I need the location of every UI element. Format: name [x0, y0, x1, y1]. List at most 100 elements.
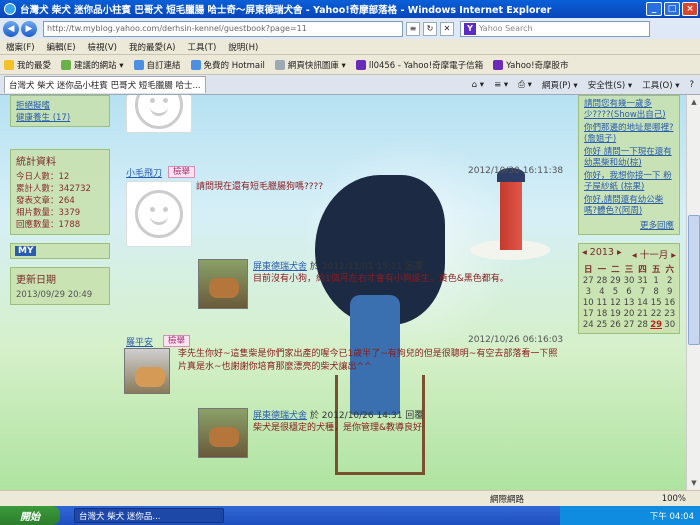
- back-icon[interactable]: ◀: [3, 20, 19, 37]
- taskbar-item-ie[interactable]: 台灣犬 柴犬 迷你品...: [74, 508, 224, 523]
- calendar-day[interactable]: 14: [636, 298, 649, 308]
- menu-edit[interactable]: 編輯(E): [47, 41, 76, 53]
- calendar-day[interactable]: 24: [582, 320, 595, 330]
- calendar-weekday: 六: [665, 265, 674, 275]
- calendar-month[interactable]: ◂ 十一月 ▸: [632, 247, 676, 261]
- calendar-day[interactable]: 4: [596, 287, 609, 297]
- calendar-day[interactable]: 19: [609, 309, 622, 319]
- calendar-day[interactable]: 11: [596, 298, 609, 308]
- calendar-day[interactable]: 15: [650, 298, 663, 308]
- calendar-day[interactable]: 22: [650, 309, 663, 319]
- fav-item-suggested[interactable]: 建議的網站 ▾: [61, 59, 124, 71]
- forward-icon[interactable]: ▶: [21, 20, 37, 37]
- recent-reply-link[interactable]: 你們那邊的地址是哪裡?(詹姐子): [584, 123, 674, 145]
- kennel-avatar: [198, 408, 248, 458]
- fav-item-custom-links[interactable]: 自訂連結: [133, 59, 181, 71]
- calendar-year[interactable]: ◂ 2013 ▸: [582, 247, 622, 261]
- calendar-day[interactable]: 2: [663, 276, 676, 286]
- menu-help[interactable]: 說明(H): [228, 41, 258, 53]
- menu-view[interactable]: 檢視(V): [88, 41, 117, 53]
- scroll-down-icon[interactable]: ▼: [688, 477, 700, 489]
- calendar-day[interactable]: 18: [596, 309, 609, 319]
- calendar-day[interactable]: 20: [623, 309, 636, 319]
- close-button[interactable]: ×: [682, 2, 698, 16]
- calendar-day[interactable]: 30: [663, 320, 676, 330]
- safety-menu[interactable]: 安全性(S) ▾: [588, 79, 633, 91]
- menu-file[interactable]: 檔案(F): [6, 41, 35, 53]
- page-menu[interactable]: 網頁(P) ▾: [542, 79, 578, 91]
- calendar-day[interactable]: 21: [636, 309, 649, 319]
- fav-item-yahoo-stock[interactable]: Yahoo!奇摩股市: [493, 59, 569, 71]
- stop-icon[interactable]: ✕: [440, 21, 454, 36]
- fav-item-yahoo-mail[interactable]: ll0456 - Yahoo!奇摩電子信箱: [355, 59, 483, 71]
- refresh-icon[interactable]: ↻: [423, 21, 437, 36]
- minimize-button[interactable]: _: [646, 2, 662, 16]
- calendar-day[interactable]: 8: [650, 287, 663, 297]
- calendar-day[interactable]: 28: [596, 276, 609, 286]
- search-input[interactable]: Y Yahoo Search: [460, 20, 650, 37]
- calendar-day[interactable]: 27: [582, 276, 595, 286]
- poster-nickname[interactable]: 小毛飛刀: [126, 166, 162, 179]
- address-input[interactable]: http://tw.myblog.yahoo.com/derhsin-kenne…: [43, 20, 403, 37]
- calendar-day[interactable]: 29: [650, 320, 663, 330]
- calendar-weekday: 二: [611, 265, 620, 275]
- calendar-day[interactable]: 30: [623, 276, 636, 286]
- calendar-day[interactable]: 26: [609, 320, 622, 330]
- reply-time: 於 2012/11/01 15:11 回覆: [309, 262, 424, 272]
- fav-item-webslice[interactable]: 網頁快訊圖庫 ▾: [274, 59, 346, 71]
- calendar-day[interactable]: 23: [663, 309, 676, 319]
- help-icon[interactable]: ?: [689, 80, 694, 90]
- calendar-day[interactable]: 9: [663, 287, 676, 297]
- feeds-icon[interactable]: ≡ ▾: [494, 80, 508, 90]
- mail-icon: [355, 59, 366, 70]
- calendar-day[interactable]: 3: [582, 287, 595, 297]
- reply-author-link[interactable]: 屏東德瑞犬舍: [253, 262, 307, 272]
- calendar-day[interactable]: 10: [582, 298, 595, 308]
- category-link[interactable]: 拒絕擬嗜: [16, 101, 50, 111]
- stats-heading: 統計資料: [16, 157, 56, 168]
- fav-label: 免費的 Hotmail: [203, 60, 265, 71]
- calendar-day[interactable]: 27: [623, 320, 636, 330]
- calendar-day[interactable]: 1: [650, 276, 663, 286]
- calendar-day[interactable]: 25: [596, 320, 609, 330]
- calendar-weekday: 五: [651, 265, 661, 275]
- print-icon[interactable]: ⎙ ▾: [518, 80, 532, 90]
- command-bar: ⌂ ▾ ≡ ▾ ⎙ ▾ 網頁(P) ▾ 安全性(S) ▾ 工具(O) ▾ ?: [462, 79, 700, 91]
- security-zone: 網際網路: [490, 494, 525, 505]
- recent-reply-link[interactable]: 你好,請問還有幼公柴嗎?體色?(阿周): [584, 195, 674, 217]
- fav-item-hotmail[interactable]: 免費的 Hotmail: [190, 59, 265, 71]
- calendar-day[interactable]: 31: [636, 276, 649, 286]
- scroll-up-icon[interactable]: ▲: [688, 96, 700, 108]
- zoom-level[interactable]: 100%: [662, 494, 686, 504]
- recent-reply-link[interactable]: 你好，我想你接一下 粉子屋紗紙 (棕果): [584, 171, 674, 193]
- menu-favorites[interactable]: 我的最愛(A): [129, 41, 175, 53]
- poster-nickname[interactable]: 羅平安: [126, 335, 153, 348]
- rss-icon[interactable]: ≡: [406, 21, 420, 36]
- report-button[interactable]: 檢舉: [168, 166, 196, 178]
- calendar-day[interactable]: 29: [609, 276, 622, 286]
- calendar-day[interactable]: 28: [636, 320, 649, 330]
- calendar-day[interactable]: 17: [582, 309, 595, 319]
- calendar-day[interactable]: 12: [609, 298, 622, 308]
- calendar-day[interactable]: 6: [623, 287, 636, 297]
- vertical-scrollbar[interactable]: ▲ ▼: [686, 95, 700, 490]
- maximize-button[interactable]: □: [664, 2, 680, 16]
- more-replies-link[interactable]: 更多回應: [584, 219, 674, 231]
- recent-reply-link[interactable]: 請問您有幾一歲多少????(Show出自己): [584, 99, 674, 121]
- report-button[interactable]: 檢舉: [163, 335, 191, 347]
- tools-menu[interactable]: 工具(O) ▾: [642, 79, 679, 91]
- reply-author-link[interactable]: 屏東德瑞犬舍: [253, 411, 307, 421]
- start-button[interactable]: 開始: [0, 506, 60, 525]
- favorites-button[interactable]: 我的最愛: [4, 59, 51, 71]
- tab-blog[interactable]: 台灣犬 柴犬 迷你品小柱賓 巴哥犬 短毛臘腸 哈士...: [4, 76, 206, 93]
- category-link[interactable]: 健康養生 (17): [16, 113, 70, 123]
- calendar-day[interactable]: 7: [636, 287, 649, 297]
- scroll-thumb[interactable]: [688, 215, 700, 345]
- my-yahoo-badge[interactable]: MY: [10, 243, 110, 259]
- calendar-day[interactable]: 13: [623, 298, 636, 308]
- recent-reply-link[interactable]: 你好 請問一下現在還有幼黑柴和幼(棕): [584, 147, 674, 169]
- menu-tools[interactable]: 工具(T): [187, 41, 216, 53]
- calendar-day[interactable]: 16: [663, 298, 676, 308]
- calendar-day[interactable]: 5: [609, 287, 622, 297]
- home-icon[interactable]: ⌂ ▾: [472, 80, 484, 90]
